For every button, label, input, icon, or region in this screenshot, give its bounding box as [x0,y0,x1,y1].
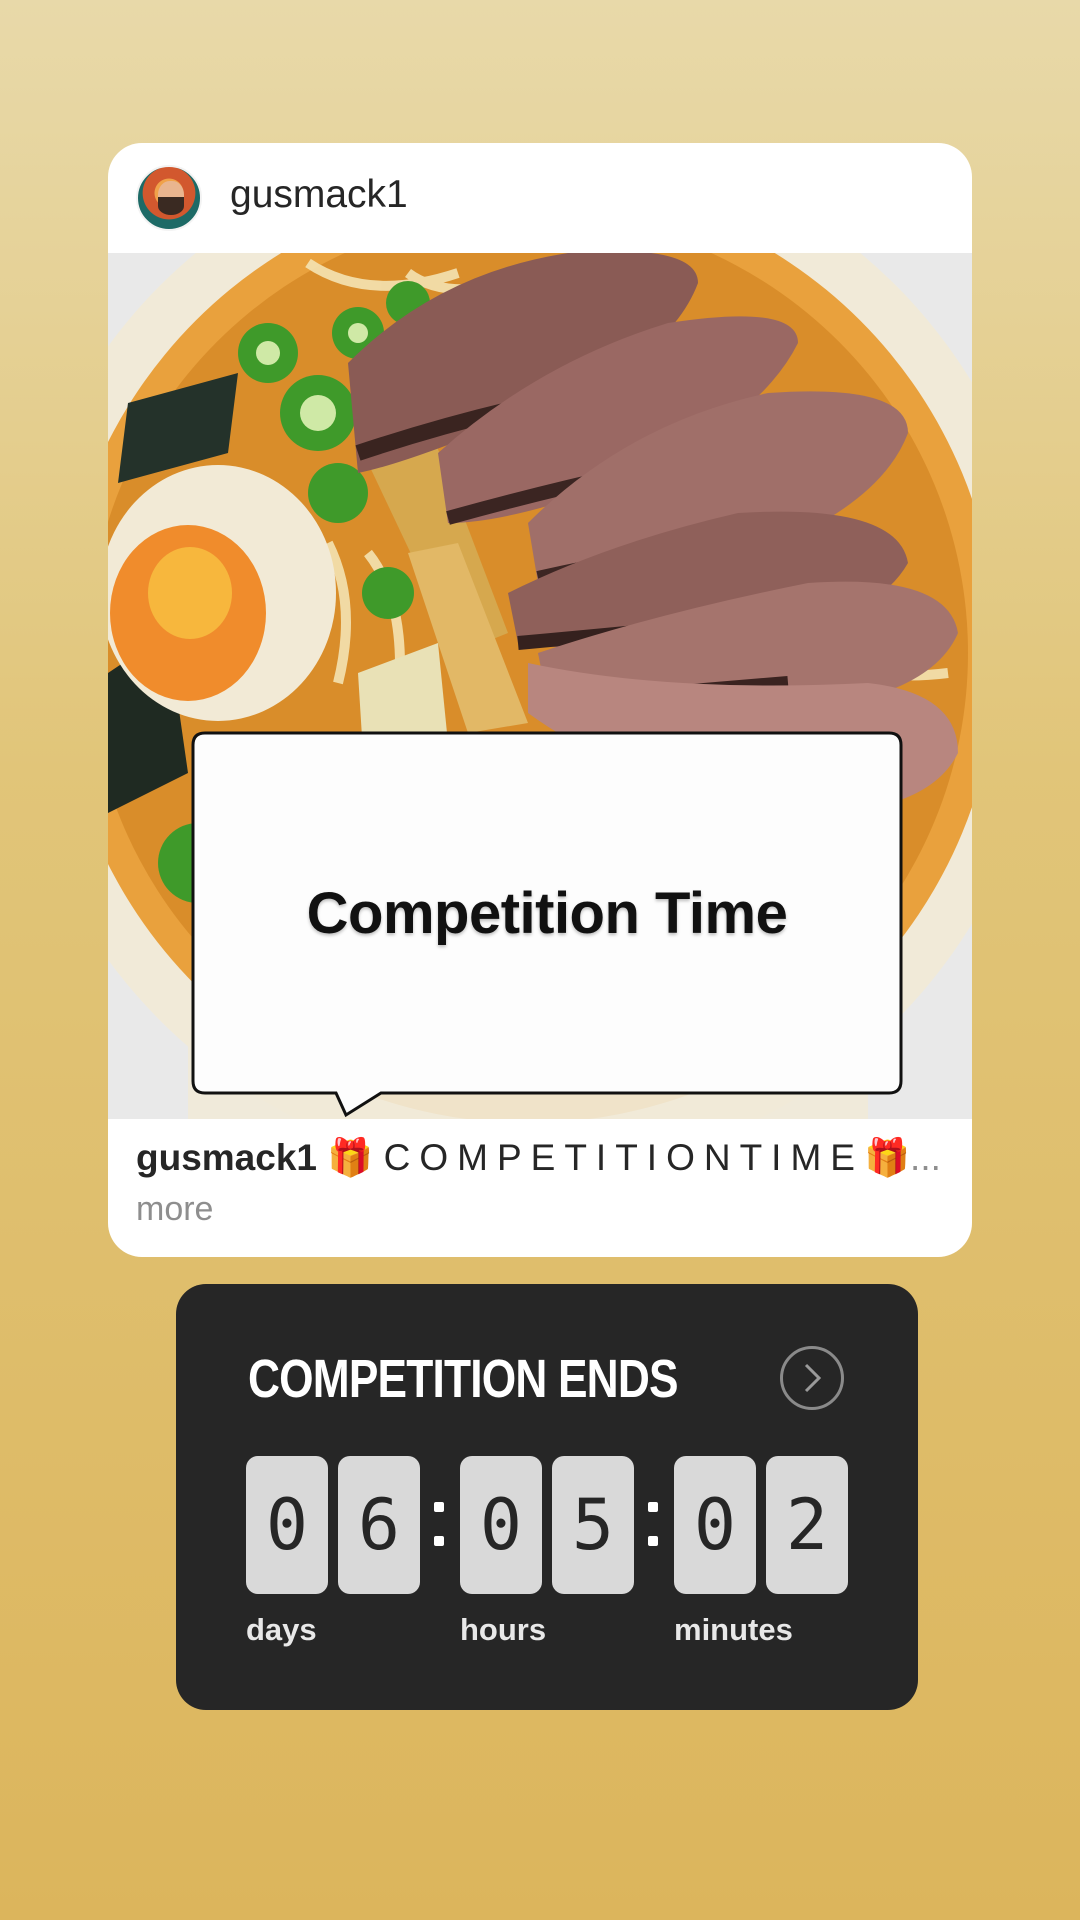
days-digit-2: 6 [338,1456,420,1594]
hours-label: hours [460,1612,547,1647]
hours-digit-2: 5 [552,1456,634,1594]
hours-digit-1: 0 [460,1456,542,1594]
more-link[interactable]: more [136,1190,956,1229]
post-image[interactable]: Competition Time [108,253,972,1119]
profile-avatar[interactable] [136,165,202,231]
countdown-title: COMPETITION ENDS [248,1349,679,1409]
days-label: days [246,1612,317,1647]
caption-ellipsis: ... [910,1137,941,1178]
minutes-label: minutes [674,1612,793,1647]
gift-emoji-icon: 🎁 [863,1137,911,1178]
colon-separator [646,1490,660,1560]
competition-sticker: Competition Time [191,731,903,1118]
gift-emoji-icon: 🎁 [327,1137,374,1178]
post-caption[interactable]: gusmack1 🎁 COMPETITIONTIME🎁... more [136,1137,956,1229]
sticker-text: Competition Time [306,881,788,946]
caption-text: COMPETITIONTIME [383,1137,864,1178]
post-username[interactable]: gusmack1 [230,173,408,217]
colon-separator [432,1490,446,1560]
countdown-sticker[interactable]: COMPETITION ENDS 0 6 0 5 0 2 days hours … [176,1284,918,1710]
minutes-digit-2: 2 [766,1456,848,1594]
shared-post-card[interactable]: gusmack1 Competition Time gusmack1 🎁 COM… [108,143,972,1257]
caption-username[interactable]: gusmack1 [136,1137,317,1178]
chevron-right-icon[interactable] [780,1346,844,1410]
minutes-digit-1: 0 [674,1456,756,1594]
days-digit-1: 0 [246,1456,328,1594]
post-header: gusmack1 [108,143,972,253]
